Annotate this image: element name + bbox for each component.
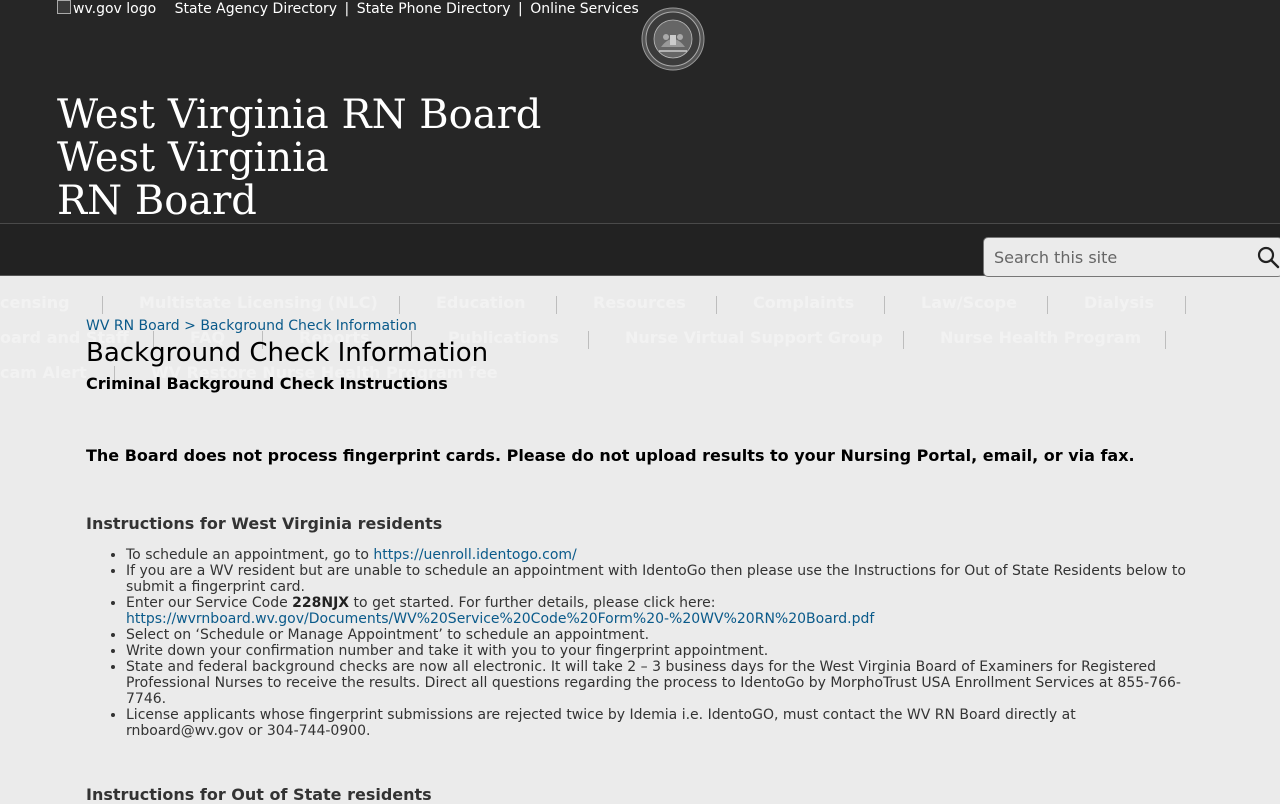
menu-item-complaints[interactable]: Complaints: [753, 289, 854, 317]
breadcrumb-separator: >: [184, 318, 196, 334]
menu-item-multistate-licensing[interactable]: Multistate Licensing (NLC): [139, 289, 378, 317]
service-code: 228NJX: [292, 595, 350, 611]
broken-image-icon: [57, 0, 71, 14]
list-item: State and federal background checks are …: [126, 659, 1196, 707]
site-title-line-3: RN Board: [57, 178, 257, 224]
search-icon[interactable]: [1256, 245, 1280, 269]
site-title[interactable]: West Virginia RN Board West Virginia RN …: [57, 94, 541, 223]
state-phone-directory-link[interactable]: State Phone Directory: [357, 1, 511, 17]
menu-item-resources[interactable]: Resources: [593, 289, 686, 317]
wv-gov-logo[interactable]: wv.gov logo: [57, 0, 156, 18]
menu-item-dialysis[interactable]: Dialysis: [1084, 289, 1154, 317]
out-of-state-heading: Instructions for Out of State residents: [86, 785, 432, 804]
list-item: To schedule an appointment, go to https:…: [126, 547, 1196, 563]
list-item: If you are a WV resident but are unable …: [126, 563, 1196, 595]
identogo-enroll-link[interactable]: https://uenroll.identogo.com/: [373, 547, 576, 563]
site-title-line-1: West Virginia RN Board: [57, 92, 542, 138]
list-item: Enter our Service Code 228NJX to get sta…: [126, 595, 1196, 627]
site-header: wv.gov logo State Agency Directory | Sta…: [0, 0, 1280, 224]
state-seal-icon[interactable]: [641, 7, 705, 71]
online-services-link[interactable]: Online Services: [530, 1, 639, 17]
breadcrumb: WV RN Board > Background Check Informati…: [86, 318, 417, 334]
menu-item-nurse-virtual-support-group[interactable]: Nurse Virtual Support Group: [625, 324, 883, 352]
menu-separator: [102, 296, 103, 314]
site-title-line-2: West Virginia: [57, 135, 329, 181]
list-item: Select on ‘Schedule or Manage Appointmen…: [126, 627, 1196, 643]
search-input[interactable]: [984, 238, 1244, 276]
menu-separator: [588, 331, 589, 349]
breadcrumb-home-link[interactable]: WV RN Board: [86, 318, 180, 334]
logo-alt-text: wv.gov logo: [73, 1, 157, 17]
menu-separator: [903, 331, 904, 349]
menu-separator: [884, 296, 885, 314]
page-title: Background Check Information: [86, 338, 489, 368]
menu-separator: [1165, 331, 1166, 349]
menu-item-scam-alert[interactable]: cam Alert: [0, 359, 87, 387]
site-search: [983, 237, 1280, 277]
menu-separator: [1185, 296, 1186, 314]
menu-item-licensing[interactable]: censing: [0, 289, 70, 317]
state-agency-directory-link[interactable]: State Agency Directory: [175, 1, 337, 17]
service-code-form-link[interactable]: https://wvrnboard.wv.gov/Documents/WV%20…: [126, 611, 874, 627]
topbar-separator: |: [518, 1, 523, 17]
menu-separator: [1047, 296, 1048, 314]
wv-instructions-list: To schedule an appointment, go to https:…: [86, 547, 1196, 739]
breadcrumb-current-link[interactable]: Background Check Information: [200, 318, 417, 334]
menu-separator: [556, 296, 557, 314]
top-utility-bar: wv.gov logo State Agency Directory | Sta…: [57, 0, 639, 18]
wv-residents-heading: Instructions for West Virginia residents: [86, 514, 443, 533]
menu-item-nurse-health-program[interactable]: Nurse Health Program: [940, 324, 1141, 352]
list-item: License applicants whose fingerprint sub…: [126, 707, 1196, 739]
menu-item-law-scope[interactable]: Law/Scope: [921, 289, 1017, 317]
fingerprint-notice: The Board does not process fingerprint c…: [86, 446, 1135, 465]
page-subtitle: Criminal Background Check Instructions: [86, 374, 448, 393]
menu-item-education[interactable]: Education: [436, 289, 526, 317]
list-item: Write down your confirmation number and …: [126, 643, 1196, 659]
menu-separator: [716, 296, 717, 314]
topbar-separator: |: [344, 1, 350, 17]
menu-separator: [399, 296, 400, 314]
